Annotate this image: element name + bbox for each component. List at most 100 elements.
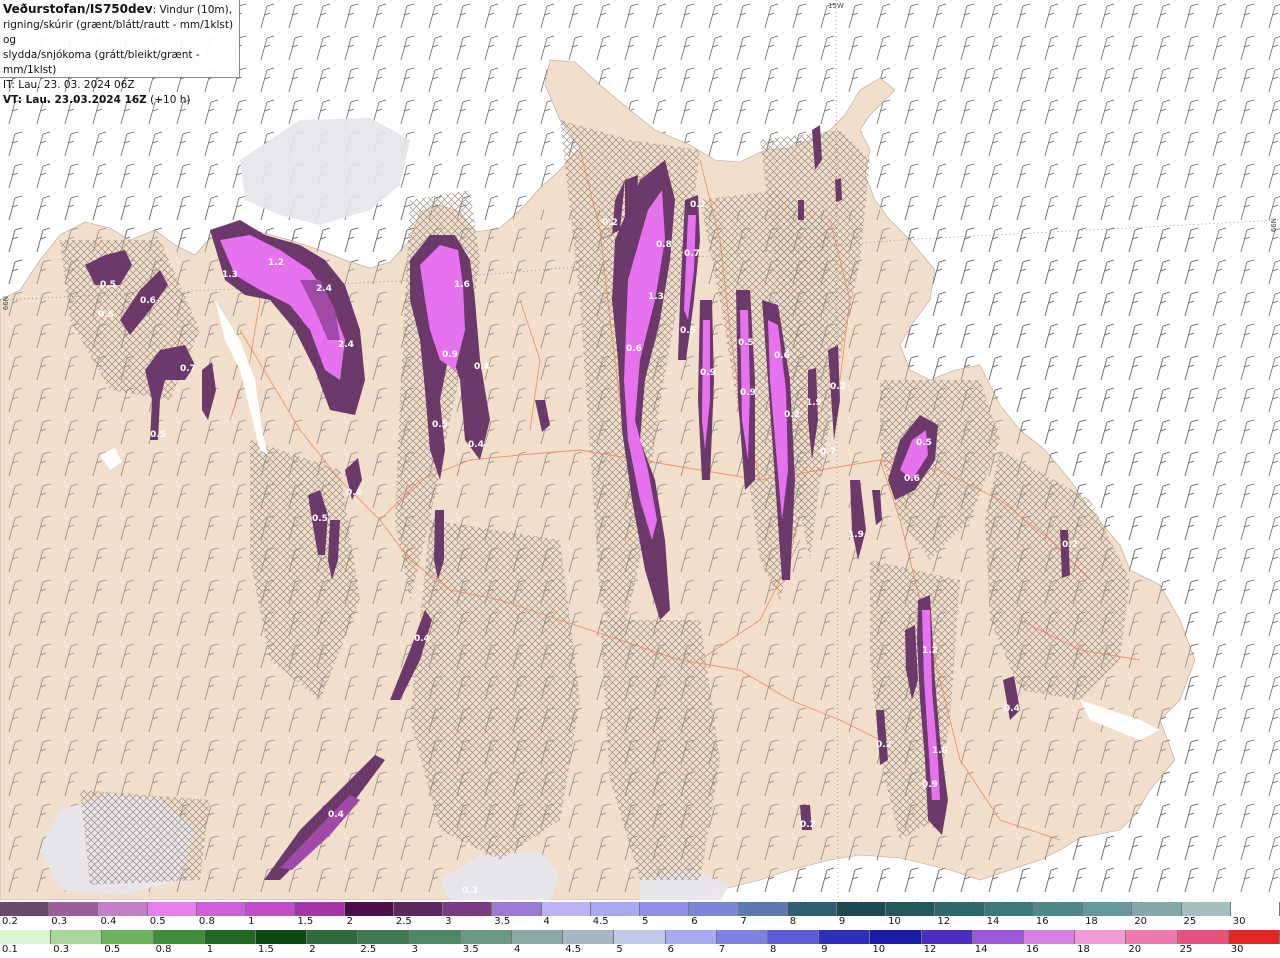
rain-scale-tick: 7	[718, 944, 726, 955]
rain-scale-color-17	[870, 930, 922, 944]
precip-value-label: 0.4	[346, 488, 362, 498]
precip-value-label: 0.4	[474, 362, 490, 372]
snow-scale-tick: 5	[642, 916, 649, 927]
snow-scale-color-11	[541, 902, 591, 916]
snow-scale-tick: 10	[888, 916, 901, 927]
rain-scale-tick: 0.5	[104, 944, 121, 955]
rain-scale-color-14	[716, 930, 769, 944]
rain-scale-tick: 2.5	[360, 944, 377, 955]
snow-colorbar	[0, 902, 1280, 916]
precip-value-label: 0.2	[602, 218, 618, 228]
precip-value-label: 2.4	[338, 340, 354, 350]
snow-scale-color-22	[1083, 902, 1133, 916]
snow-scale-color-21	[1033, 902, 1084, 916]
rain-scale-color-21	[1075, 930, 1127, 944]
precip-value-label: 0.4	[328, 810, 344, 820]
precip-value-label: 0.2	[690, 200, 706, 210]
snow-scale-color-4	[196, 902, 247, 916]
snow-scale-tick: 1	[248, 916, 255, 927]
snow-scale-tick: 6	[691, 916, 698, 927]
precip-value-label: 1.3	[648, 292, 664, 302]
precip-value-label: 0.7	[684, 249, 700, 259]
snow-scale-tick: 18	[1085, 916, 1098, 927]
snow-scale-color-15	[738, 902, 788, 916]
snow-scale-tick: 0.4	[100, 916, 117, 927]
precip-value-label: 0.7	[820, 447, 836, 457]
snow-scale-tick: 20	[1134, 916, 1148, 927]
snow-scale-color-14	[689, 902, 739, 916]
snow-scale-tick: 25	[1183, 916, 1197, 927]
snow-scale-tick: 9	[838, 916, 846, 927]
precip-value-label: 0.6	[140, 296, 156, 306]
title-line3: slydda/snjókoma (grátt/bleikt/grænt - mm…	[3, 49, 200, 76]
model-source: Veðurstofan/IS750dev	[3, 2, 153, 16]
snow-scale-color-3	[147, 902, 197, 916]
map-title-box: Veðurstofan/IS750dev: Vindur (10m), rign…	[0, 0, 240, 106]
snow-scale-tick: 4.5	[592, 916, 609, 927]
precip-value-label: 0.4	[468, 440, 484, 450]
rain-scale-tick: 20	[1128, 944, 1142, 955]
rain-scale-color-15	[768, 930, 820, 944]
rain-scale-tick: 6	[667, 944, 674, 955]
snow-colorbar-ticks: 0.2 0.3 0.4 0.5 0.8 1 1.5 2 2.5 3 3.5 4 4.5 5 6 7 8 9 10 12…	[0, 916, 1280, 930]
snow-scale-color-6	[295, 902, 345, 916]
rain-scale-color-0	[0, 930, 52, 944]
lat-label-right: 66N	[1270, 218, 1278, 233]
precip-value-label: 0.5	[100, 280, 116, 290]
rain-scale-tick: 18	[1077, 944, 1090, 955]
rain-scale-tick: 3	[411, 944, 418, 955]
rain-scale-tick: 8	[770, 944, 777, 955]
precip-value-label: 0.2	[800, 820, 816, 830]
rain-scale-tick: 4.5	[565, 944, 582, 955]
precip-value-label: 1.2	[268, 258, 284, 268]
snow-scale-color-2	[98, 902, 148, 916]
rain-scale-color-18	[921, 930, 973, 944]
rain-scale-color-8	[409, 930, 461, 944]
rain-scale-color-6	[307, 930, 359, 944]
rain-scale-tick: 10	[872, 944, 886, 955]
weather-map	[0, 0, 1280, 900]
snow-scale-color-5	[246, 902, 296, 916]
title-line1: : Vindur (10m),	[152, 4, 233, 16]
precip-value-label: 0.5	[432, 420, 448, 430]
rain-scale-tick: 3.5	[462, 944, 479, 955]
rain-scale-tick: 9	[821, 944, 828, 955]
precip-value-label: 1.8	[932, 746, 948, 756]
precip-value-label: 0.6	[904, 474, 920, 484]
snow-scale-tick: 1.5	[297, 916, 314, 927]
rain-scale-color-9	[460, 930, 513, 944]
rain-scale-color-23	[1177, 930, 1229, 944]
precip-value-label: 0.5	[680, 326, 696, 336]
snow-scale-tick: 0.2	[2, 916, 18, 927]
snow-scale-color-0	[0, 902, 50, 916]
forecast-offset: (+10 h)	[146, 94, 191, 106]
rain-scale-color-5	[256, 930, 308, 944]
snow-scale-color-9	[443, 902, 493, 916]
snow-scale-tick: 0.3	[51, 916, 68, 927]
snow-scale-tick: 3	[445, 916, 452, 927]
snow-scale-color-8	[393, 902, 444, 916]
rain-scale-color-20	[1024, 930, 1076, 944]
precip-value-label: 1.6	[454, 280, 470, 290]
snow-scale-color-17	[836, 902, 887, 916]
precip-value-label: 0.9	[740, 388, 756, 398]
precip-value-label: 0.2	[784, 410, 800, 420]
rain-scale-color-7	[358, 930, 410, 944]
precip-value-label: 0.5	[916, 438, 932, 448]
snow-scale-color-13	[640, 902, 690, 916]
snow-scale-color-12	[590, 902, 641, 916]
rain-scale-color-12	[614, 930, 666, 944]
rain-scale-tick: 12	[923, 944, 937, 955]
snow-scale-tick: 14	[986, 916, 1000, 927]
rain-scale-tick: 1.5	[258, 944, 274, 955]
snow-scale-color-1	[49, 902, 99, 916]
title-line2: rigning/skúrir (grænt/blátt/rautt - mm/1…	[3, 19, 234, 46]
snow-scale-tick: 3.5	[494, 916, 511, 927]
snow-scale-color-16	[787, 902, 837, 916]
precip-value-label: 0.7	[180, 364, 196, 374]
snow-scale-tick: 4	[543, 916, 550, 927]
rain-scale-tick: 5	[616, 944, 623, 955]
precip-value-label: 0.9	[442, 350, 458, 360]
precip-value-label: 0.2	[1062, 540, 1078, 550]
precip-value-label: 0.9	[700, 368, 716, 378]
